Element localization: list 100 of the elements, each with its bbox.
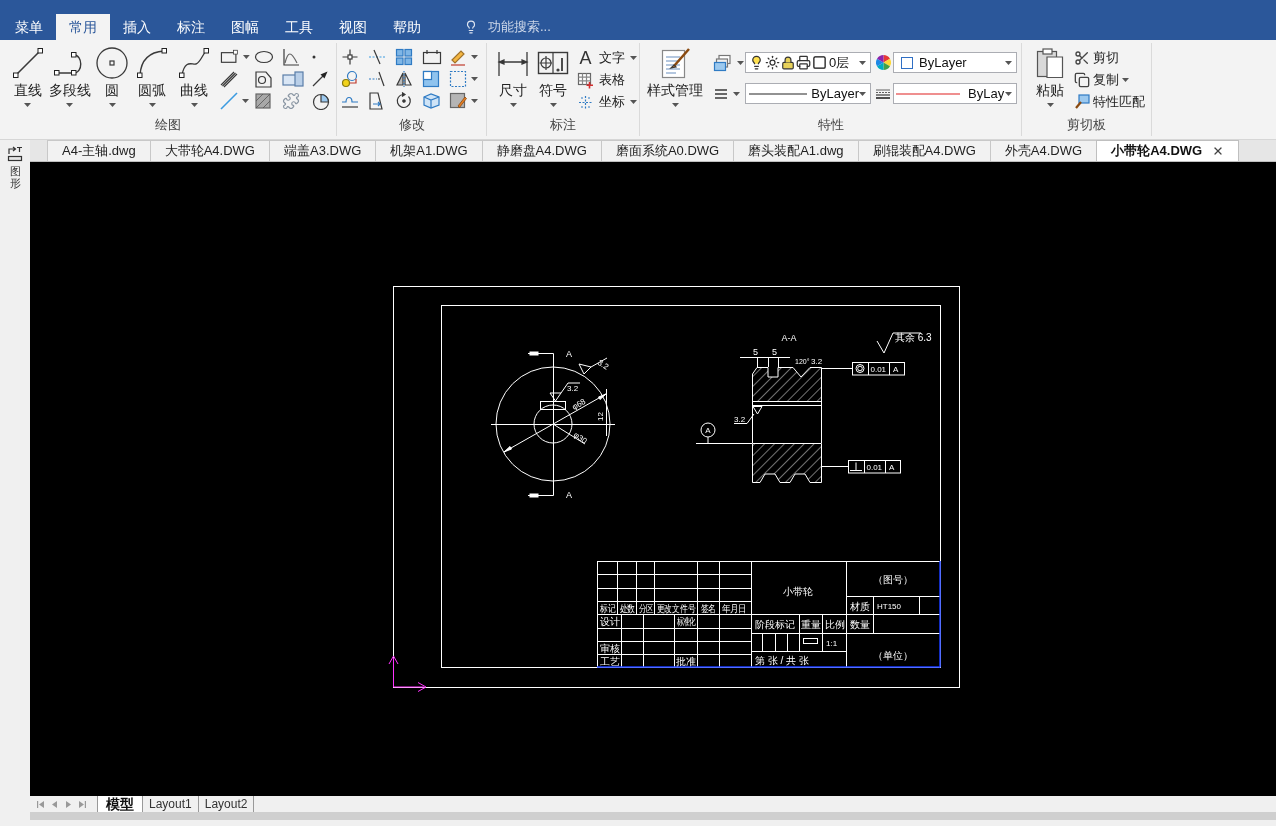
title-block-label: 批准: [676, 656, 696, 667]
horizontal-scrollbar[interactable]: [30, 812, 1276, 820]
paste-button[interactable]: 粘贴: [1032, 46, 1068, 110]
lightbulb-icon: [464, 20, 478, 34]
panel-toggle-button[interactable]: [7, 146, 23, 162]
clipboard-button[interactable]: 复制: [1074, 69, 1145, 91]
lines-icon: [715, 88, 727, 99]
region-icon: [254, 70, 272, 88]
style-manager-button[interactable]: 样式管理: [644, 46, 706, 110]
clipboard-button[interactable]: 特性匹配: [1074, 91, 1145, 113]
section-label: A: [566, 490, 572, 500]
crosshair-icon: [578, 94, 593, 110]
hatch-edit-icon: [449, 92, 467, 110]
leader-line: [820, 466, 849, 467]
linetype-dropdown[interactable]: ByLayer: [745, 83, 871, 104]
annotate-small-button[interactable]: A 文字: [577, 47, 637, 69]
search-field[interactable]: 功能搜索...: [488, 17, 628, 37]
side-panel-label[interactable]: 图形: [9, 165, 21, 190]
lineweight-dropdown[interactable]: ByLay: [893, 83, 1017, 104]
menu-tab[interactable]: 帮助: [380, 14, 434, 40]
document-tab[interactable]: 静磨盘A4.DWG: [481, 140, 601, 161]
tolerance-frame: [848, 459, 901, 474]
title-block-label: 数量: [850, 619, 870, 630]
dimension-value: 12: [596, 412, 605, 421]
previous-icon: [50, 800, 58, 808]
arc-icon: [136, 47, 169, 79]
draw-tool-button[interactable]: 直线: [8, 46, 48, 110]
title-block-label: 更改文件号: [656, 603, 696, 615]
title-block-label: 重量: [801, 619, 821, 630]
point-icon: [312, 55, 316, 59]
title-block-label: 签名: [700, 603, 717, 615]
document-tab[interactable]: 磨面系统A0.DWG: [600, 140, 734, 161]
draw-tool-button[interactable]: 多段线: [47, 46, 93, 110]
caret-icon: [509, 103, 517, 107]
annotate-small-button[interactable]: 坐标: [577, 91, 637, 113]
rectangle-mark: [803, 638, 818, 644]
hatch-icon: [254, 92, 272, 110]
part-name: 小带轮: [783, 586, 813, 597]
caret-icon: [148, 103, 156, 107]
roughness-symbol: [733, 406, 763, 424]
tolerance-frame: [852, 361, 905, 376]
dimension-value: 5: [772, 347, 777, 357]
brush-icon: [1074, 94, 1090, 110]
title-block-label: 材质: [850, 601, 870, 612]
layer-dropdown[interactable]: 0层: [745, 52, 871, 73]
document-tab[interactable]: 刷辊装配A4.DWG: [857, 140, 990, 161]
document-tab[interactable]: 机架A1.DWG: [375, 140, 482, 161]
title-block-label: 设计: [600, 616, 620, 627]
hatched-section: [752, 443, 822, 483]
draw-tool-button[interactable]: 曲线: [172, 46, 216, 110]
color-swatch-icon: [901, 56, 913, 69]
annotate-tool-button[interactable]: 尺寸: [493, 46, 533, 110]
color-button[interactable]: [873, 52, 893, 73]
document-tab[interactable]: 小带轮A4.DWG: [1096, 140, 1240, 161]
copy-objects-icon: [341, 70, 359, 88]
caret-icon: [243, 55, 250, 59]
color-dropdown[interactable]: ByLayer: [893, 52, 1017, 73]
title-block-label: 工艺: [600, 656, 620, 667]
sheet-count: 第 张 / 共 张: [755, 655, 809, 666]
title-block-label: 年月日: [722, 603, 747, 615]
caret-icon: [733, 91, 740, 96]
curve-axes-icon: [282, 48, 300, 66]
section-label: A: [566, 349, 572, 359]
linetype-sample-icon: [749, 92, 808, 95]
caret-icon: [242, 99, 249, 103]
document-tab[interactable]: 外壳A4.DWG: [989, 140, 1097, 161]
annotate-tool-button[interactable]: 符号: [533, 46, 573, 110]
paste-icon: [1036, 47, 1064, 79]
datum-reference: A: [889, 463, 895, 472]
title-block-label: 阶段标记: [755, 619, 795, 630]
menu-tab[interactable]: 常用: [56, 14, 110, 40]
menu-tab[interactable]: 插入: [110, 14, 164, 40]
rotate-icon: [395, 92, 413, 110]
clipboard-button[interactable]: 剪切: [1074, 47, 1145, 69]
draw-tool-button[interactable]: 圆弧: [131, 46, 173, 110]
menu-tab[interactable]: 工具: [272, 14, 326, 40]
lineweight-icon: [876, 88, 890, 99]
roughness-value: 3.2: [734, 415, 746, 424]
menu-tab[interactable]: 标注: [164, 14, 218, 40]
annotate-small-button[interactable]: 表格: [577, 69, 637, 91]
menu-tab[interactable]: 视图: [326, 14, 380, 40]
document-tab[interactable]: 大带轮A4.DWG: [149, 140, 269, 161]
document-tab[interactable]: A4-主轴.dwg: [47, 140, 150, 161]
square-icon: [812, 55, 827, 70]
datum-line: [695, 443, 753, 444]
document-tab[interactable]: 磨头装配A1.dwg: [733, 140, 858, 161]
trim-icon: [368, 48, 386, 66]
layout-tab[interactable]: 模型: [97, 796, 143, 812]
draw-tool-button[interactable]: 圆: [92, 46, 132, 110]
arrow-icon: [312, 71, 328, 87]
menu-tab[interactable]: 图幅: [218, 14, 272, 40]
document-tab[interactable]: 端盖A3.DWG: [269, 140, 376, 161]
caret-icon: [471, 55, 478, 59]
puzzle-icon: [282, 92, 300, 110]
document-arrow-icon: [368, 92, 386, 110]
menu-tab[interactable]: 菜单: [2, 14, 56, 40]
pin-arrow-icon: [7, 146, 23, 162]
mirror-icon: [395, 70, 413, 88]
rectangle-icon: [220, 49, 240, 65]
color-wheel-icon: [875, 55, 891, 70]
